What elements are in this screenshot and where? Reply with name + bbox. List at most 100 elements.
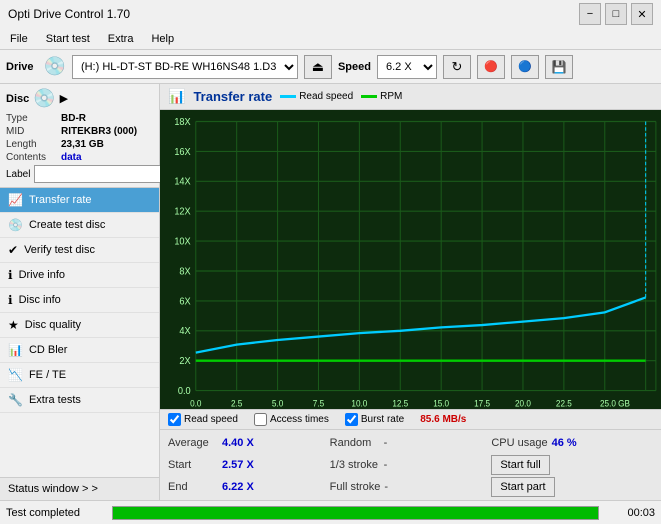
mid-value: RITEKBR3 (000) (61, 126, 137, 137)
main-layout: Disc 💿 ▶ Type BD-R MID RITEKBR3 (000) Le… (0, 84, 661, 500)
svg-text:4X: 4X (179, 326, 191, 338)
window-controls: − □ ✕ (579, 3, 653, 25)
nav-cd-bler[interactable]: 📊 CD Bler (0, 338, 159, 363)
legend-rpm: RPM (361, 91, 402, 102)
svg-text:7.5: 7.5 (313, 398, 325, 409)
speed-label: Speed (338, 61, 371, 73)
disc-contents-row: Contents data (6, 152, 153, 163)
svg-text:14X: 14X (174, 176, 191, 188)
right-panel: 📊 Transfer rate Read speed RPM (160, 84, 661, 500)
disc-label-row: Label 🖼 (6, 165, 153, 183)
start-full-button[interactable]: Start full (491, 455, 549, 475)
stats-col-start-btn: Start full (491, 455, 653, 475)
svg-text:12.5: 12.5 (392, 398, 408, 409)
nav-transfer-rate-label: Transfer rate (29, 194, 92, 206)
menu-start-test[interactable]: Start test (42, 31, 94, 47)
svg-text:17.5: 17.5 (474, 398, 490, 409)
nav-disc-quality[interactable]: ★ Disc quality (0, 313, 159, 338)
svg-text:0.0: 0.0 (178, 386, 191, 398)
svg-text:20.0: 20.0 (515, 398, 531, 409)
eject-button[interactable]: ⏏ (304, 55, 332, 79)
read-speed-checkbox[interactable] (168, 413, 181, 426)
icon-btn-1[interactable]: 🔴 (477, 55, 505, 79)
access-times-checkbox[interactable] (254, 413, 267, 426)
average-value: 4.40 X (222, 437, 262, 449)
burst-rate-checkbox[interactable] (345, 413, 358, 426)
stats-col-average: Average 4.40 X (168, 437, 330, 449)
status-bar: Test completed 00:03 (0, 500, 661, 524)
nav-fe-te[interactable]: 📉 FE / TE (0, 363, 159, 388)
minimize-button[interactable]: − (579, 3, 601, 25)
nav-disc-info[interactable]: ℹ Disc info (0, 288, 159, 313)
contents-label: Contents (6, 152, 61, 163)
stats-col-full-stroke: Full stroke - (330, 481, 492, 493)
nav-extra-tests[interactable]: 🔧 Extra tests (0, 388, 159, 413)
legend-rpm-label: RPM (380, 91, 402, 102)
cpu-value: 46 % (552, 437, 592, 449)
progress-bar-fill (113, 507, 598, 519)
svg-text:12X: 12X (174, 206, 191, 218)
cpu-label: CPU usage (491, 437, 547, 449)
full-stroke-value: - (384, 481, 388, 493)
legend-read-speed: Read speed (280, 91, 353, 102)
icon-btn-2[interactable]: 🔵 (511, 55, 539, 79)
close-button[interactable]: ✕ (631, 3, 653, 25)
nav-drive-info[interactable]: ℹ Drive info (0, 263, 159, 288)
contents-value[interactable]: data (61, 152, 82, 163)
stats-row-end: End 6.22 X Full stroke - Start part (168, 476, 653, 498)
drive-info-icon: ℹ (8, 268, 13, 282)
maximize-button[interactable]: □ (605, 3, 627, 25)
disc-label: Disc (6, 93, 29, 105)
stats-col-end: End 6.22 X (168, 481, 330, 493)
start-part-button[interactable]: Start part (491, 477, 554, 497)
nav-verify-test-disc[interactable]: ✔ Verify test disc (0, 238, 159, 263)
burst-rate-checkbox-container[interactable]: Burst rate (345, 413, 404, 426)
refresh-button[interactable]: ↻ (443, 55, 471, 79)
nav-create-test-disc[interactable]: 💿 Create test disc (0, 213, 159, 238)
status-window-button[interactable]: Status window > > (0, 477, 159, 500)
verify-test-disc-icon: ✔ (8, 243, 18, 257)
nav-transfer-rate[interactable]: 📈 Transfer rate (0, 188, 159, 213)
transfer-rate-icon: 📈 (8, 193, 23, 207)
speed-select[interactable]: 6.2 X (377, 55, 437, 79)
burst-rate-checkbox-label: Burst rate (361, 414, 404, 425)
stroke-1-3-label: 1/3 stroke (330, 459, 380, 471)
status-window-label: Status window > > (8, 483, 98, 495)
drive-label: Drive (6, 61, 34, 73)
stats-row-start: Start 2.57 X 1/3 stroke - Start full (168, 454, 653, 476)
nav-fe-te-label: FE / TE (29, 369, 66, 381)
menu-help[interactable]: Help (147, 31, 178, 47)
access-times-checkbox-label: Access times (270, 414, 329, 425)
label-input[interactable] (34, 165, 172, 183)
type-value: BD-R (61, 113, 86, 124)
svg-text:16X: 16X (174, 146, 191, 158)
disc-quality-icon: ★ (8, 318, 19, 332)
burst-rate-value: 85.6 MB/s (420, 414, 466, 425)
access-times-checkbox-container[interactable]: Access times (254, 413, 329, 426)
disc-arrow[interactable]: ▶ (60, 92, 68, 105)
type-label: Type (6, 113, 61, 124)
read-speed-checkbox-container[interactable]: Read speed (168, 413, 238, 426)
mid-label: MID (6, 126, 61, 137)
full-stroke-label: Full stroke (330, 481, 381, 493)
drive-select[interactable]: (H:) HL-DT-ST BD-RE WH16NS48 1.D3 (72, 55, 298, 79)
label-field-label: Label (6, 169, 30, 180)
start-value: 2.57 X (222, 459, 262, 471)
stats-col-cpu: CPU usage 46 % (491, 437, 653, 449)
cd-bler-icon: 📊 (8, 343, 23, 357)
time-display: 00:03 (605, 507, 655, 519)
stats-col-start: Start 2.57 X (168, 459, 330, 471)
svg-text:2.5: 2.5 (231, 398, 243, 409)
menu-extra[interactable]: Extra (104, 31, 138, 47)
chart-area: 18X 16X 14X 12X 10X 8X 6X 4X 2X 0.0 0.0 … (160, 110, 661, 409)
legend-read-speed-color (280, 95, 296, 98)
fe-te-icon: 📉 (8, 368, 23, 382)
chart-svg: 18X 16X 14X 12X 10X 8X 6X 4X 2X 0.0 0.0 … (160, 110, 661, 409)
chart-controls: Read speed Access times Burst rate 85.6 … (160, 409, 661, 429)
disc-icon: 💿 (33, 88, 55, 109)
legend-read-speed-label: Read speed (299, 91, 353, 102)
stats-col-1-3-stroke: 1/3 stroke - (330, 459, 492, 471)
nav-extra-tests-label: Extra tests (29, 394, 81, 406)
menu-file[interactable]: File (6, 31, 32, 47)
save-button[interactable]: 💾 (545, 55, 573, 79)
